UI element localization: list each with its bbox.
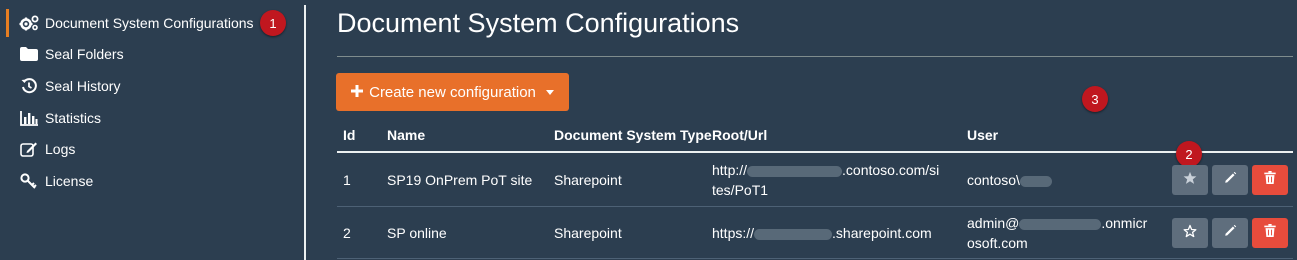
sidebar-item-logs[interactable]: Logs xyxy=(11,135,75,163)
sidebar-item-label: Logs xyxy=(45,141,76,157)
sidebar: Document System Configurations Seal Fold… xyxy=(0,0,304,260)
callout-badge-2: 2 xyxy=(1176,141,1202,167)
sidebar-item-label: Statistics xyxy=(45,110,102,126)
trash-icon xyxy=(1264,224,1276,242)
cell-name: SP online xyxy=(387,225,447,241)
user-suffix: .onmicr xyxy=(1101,215,1148,231)
key-icon xyxy=(19,172,39,190)
redacted-text xyxy=(754,228,833,240)
table-header-divider xyxy=(337,151,1293,153)
url-suffix: .sharepoint.com xyxy=(832,225,932,241)
sidebar-divider xyxy=(304,5,306,260)
sidebar-item-label: License xyxy=(45,173,94,189)
delete-button[interactable] xyxy=(1252,218,1288,248)
gears-icon xyxy=(19,14,39,32)
cell-id: 1 xyxy=(343,172,351,188)
column-header-url: Root/Url xyxy=(712,127,768,143)
user-continuation: osoft.com xyxy=(967,235,1028,251)
callout-badge-1: 1 xyxy=(260,10,286,36)
caret-down-icon xyxy=(545,89,554,95)
star-outline-icon xyxy=(1183,224,1197,243)
sidebar-item-license[interactable]: License xyxy=(11,167,93,195)
cell-url: https:// .sharepoint.com xyxy=(712,223,932,243)
user-prefix: contoso\ xyxy=(967,172,1020,188)
title-divider xyxy=(337,56,1293,57)
cell-url: http:// .contoso.com/si tes/PoT1 xyxy=(712,160,939,200)
pencil-icon xyxy=(1224,171,1237,189)
create-configuration-label: Create new configuration xyxy=(369,83,536,101)
sidebar-item-seal-folders[interactable]: Seal Folders xyxy=(11,40,124,68)
edit-button[interactable] xyxy=(1212,165,1248,195)
cell-name: SP19 OnPrem PoT site xyxy=(387,172,533,188)
column-header-user: User xyxy=(967,127,999,143)
cell-type: Sharepoint xyxy=(554,225,622,241)
url-continuation: tes/PoT1 xyxy=(712,182,769,198)
trash-icon xyxy=(1264,171,1276,189)
history-icon xyxy=(19,77,39,95)
row-divider xyxy=(337,206,1293,207)
pencil-icon xyxy=(1224,224,1237,242)
set-default-button[interactable] xyxy=(1172,218,1208,248)
column-header-name: Name xyxy=(387,127,426,143)
plus-icon xyxy=(351,84,364,101)
redacted-text xyxy=(1019,218,1102,230)
url-prefix: http:// xyxy=(712,162,748,178)
bar-chart-icon xyxy=(19,109,39,127)
column-header-type: Document System Type xyxy=(554,127,712,143)
set-default-button[interactable] xyxy=(1172,165,1208,195)
edit-icon xyxy=(19,140,39,158)
callout-badge-3: 3 xyxy=(1082,86,1108,112)
sidebar-item-label: Document System Configurations xyxy=(45,15,254,31)
redacted-text xyxy=(1019,175,1052,187)
cell-id: 2 xyxy=(343,225,351,241)
row-divider xyxy=(337,258,1293,259)
delete-button[interactable] xyxy=(1252,165,1288,195)
column-header-id: Id xyxy=(343,127,356,143)
sidebar-item-document-system-configurations[interactable]: Document System Configurations xyxy=(6,9,254,37)
sidebar-item-statistics[interactable]: Statistics xyxy=(11,104,101,132)
cell-user: admin@ .onmicr osoft.com xyxy=(967,213,1147,253)
folder-icon xyxy=(19,45,39,63)
sidebar-item-label: Seal Folders xyxy=(45,46,124,62)
url-suffix: .contoso.com/si xyxy=(842,162,940,178)
sidebar-item-seal-history[interactable]: Seal History xyxy=(11,72,120,100)
redacted-text xyxy=(747,165,843,177)
edit-button[interactable] xyxy=(1212,218,1248,248)
cell-type: Sharepoint xyxy=(554,172,622,188)
user-prefix: admin@ xyxy=(967,215,1020,231)
star-filled-icon xyxy=(1183,171,1197,190)
sidebar-item-label: Seal History xyxy=(45,78,121,94)
page-title: Document System Configurations xyxy=(337,8,740,38)
cell-user: contoso\ xyxy=(967,170,1052,190)
url-prefix: https:// xyxy=(712,225,755,241)
create-configuration-button[interactable]: Create new configuration xyxy=(336,73,569,111)
